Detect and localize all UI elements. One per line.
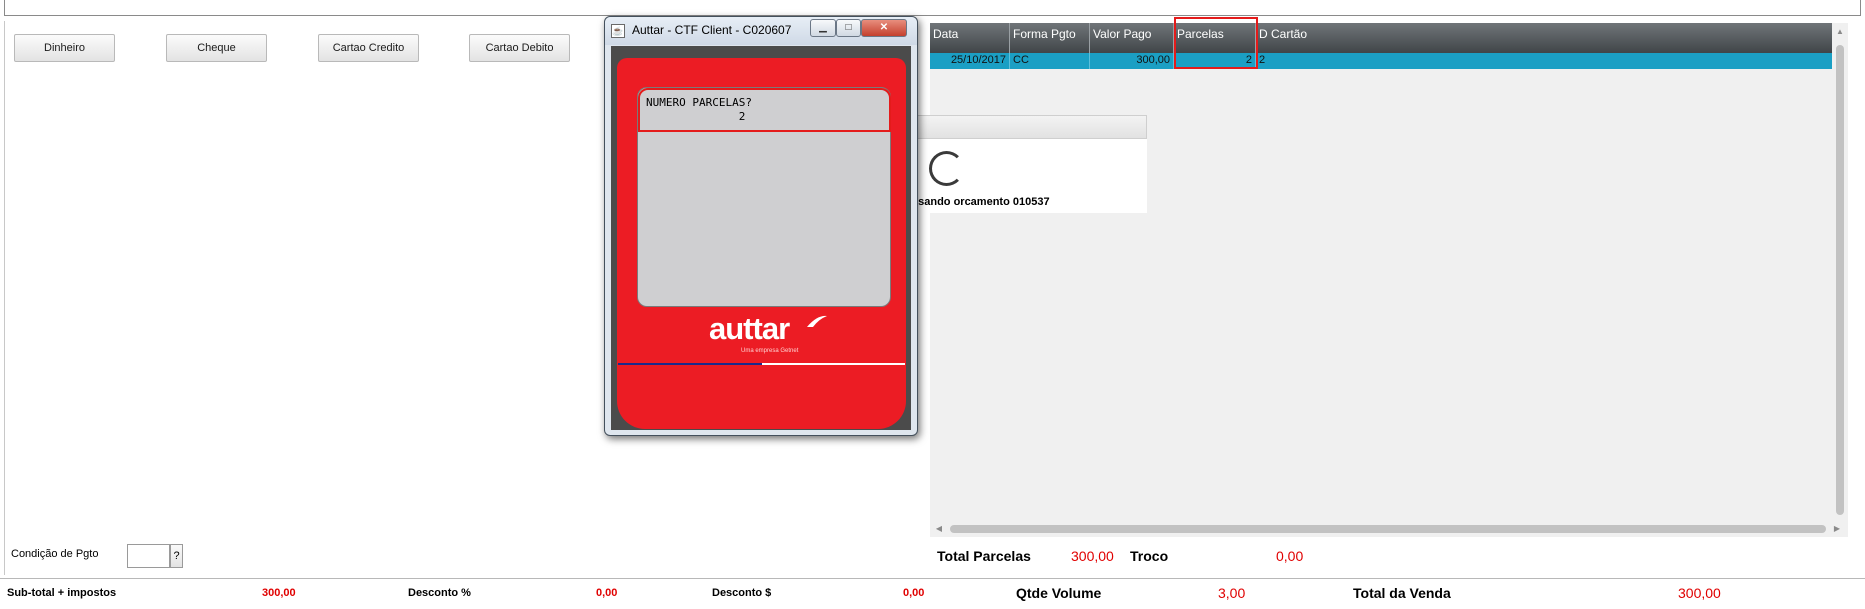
qtde-volume-value: 3,00 — [1218, 585, 1246, 601]
vertical-scroll-thumb[interactable] — [1836, 45, 1844, 515]
java-icon: ☕ — [611, 24, 625, 38]
vertical-scrollbar[interactable]: ▲ ▼ — [1832, 23, 1848, 537]
ctf-title-bar[interactable]: ☕ Auttar - CTF Client - C020607 ▁ □ ✕ — [605, 17, 917, 45]
cell-forma-pgto: CC — [1010, 53, 1090, 69]
qtde-volume-label: Qtde Volume — [1016, 585, 1102, 601]
subtotal-label: Sub-total + impostos — [7, 587, 117, 599]
table-row[interactable]: 25/10/2017 CC 300,00 2 2 — [930, 53, 1832, 69]
ctf-client-window[interactable]: ☕ Auttar - CTF Client - C020607 ▁ □ ✕ NU… — [604, 16, 918, 436]
maximize-icon[interactable]: □ — [836, 19, 861, 37]
condicao-pgto-label: Condição de Pgto — [11, 548, 99, 560]
scroll-right-icon[interactable]: ▶ — [1832, 524, 1842, 534]
subtotal-value: 300,00 — [262, 587, 296, 599]
ctf-progress-fill — [618, 363, 762, 365]
troco-value: 0,00 — [1276, 548, 1304, 564]
dinheiro-button[interactable]: Dinheiro — [14, 34, 115, 62]
parcelas-highlight-box — [1174, 17, 1258, 69]
total-parcelas-value: 300,00 — [1071, 548, 1114, 564]
cartao-debito-button[interactable]: Cartao Debito — [469, 34, 570, 62]
cheque-button[interactable]: Cheque — [166, 34, 267, 62]
desconto-pct-value: 0,00 — [596, 587, 618, 599]
total-parcelas-label: Total Parcelas — [937, 548, 1031, 564]
scroll-left-icon[interactable]: ◀ — [934, 524, 944, 534]
close-icon[interactable]: ✕ — [861, 19, 907, 37]
condicao-pgto-input[interactable] — [127, 544, 170, 568]
horizontal-scroll-thumb[interactable] — [950, 525, 1826, 533]
auttar-logo-subtitle: Uma empresa Getnet — [741, 348, 799, 354]
cell-cartao: 2 — [1259, 54, 1266, 66]
loading-text: ssando orcamento 010537 — [912, 196, 1050, 208]
header-cartao[interactable]: D Cartão — [1256, 23, 1832, 53]
ctf-window-title: Auttar - CTF Client - C020607 — [632, 23, 792, 37]
total-venda-label: Total da Venda — [1353, 585, 1451, 601]
payments-grid-panel — [930, 23, 1836, 537]
total-venda-value: 300,00 — [1678, 585, 1721, 601]
cell-valor-pago: 300,00 — [1090, 53, 1174, 69]
auttar-logo: auttar — [709, 311, 790, 346]
loading-spinner-icon — [929, 151, 964, 186]
ctf-input-highlight-box — [638, 88, 891, 132]
desconto-val-label: Desconto $ — [712, 587, 772, 599]
horizontal-scrollbar[interactable]: ◀ ▶ — [930, 521, 1848, 537]
top-bar — [4, 0, 1861, 16]
scroll-up-icon[interactable]: ▲ — [1835, 27, 1845, 37]
loading-dialog-bar — [916, 115, 1147, 139]
minimize-icon[interactable]: ▁ — [810, 19, 836, 37]
grid-header: Data Forma Pgto Valor Pago Parcelas D Ca… — [930, 23, 1832, 53]
cartao-credito-button[interactable]: Cartao Credito — [318, 34, 419, 62]
header-valor-pago[interactable]: Valor Pago — [1090, 23, 1174, 53]
cell-data: 25/10/2017 — [930, 53, 1010, 69]
desconto-pct-label: Desconto % — [408, 587, 471, 599]
header-forma-pgto[interactable]: Forma Pgto — [1010, 23, 1090, 53]
troco-label: Troco — [1130, 548, 1169, 564]
condicao-pgto-help-button[interactable]: ? — [170, 544, 183, 568]
header-data[interactable]: Data — [930, 23, 1010, 53]
auttar-logo-swoosh-icon — [807, 315, 827, 327]
desconto-val-value: 0,00 — [903, 587, 925, 599]
bottom-divider — [0, 578, 1865, 579]
